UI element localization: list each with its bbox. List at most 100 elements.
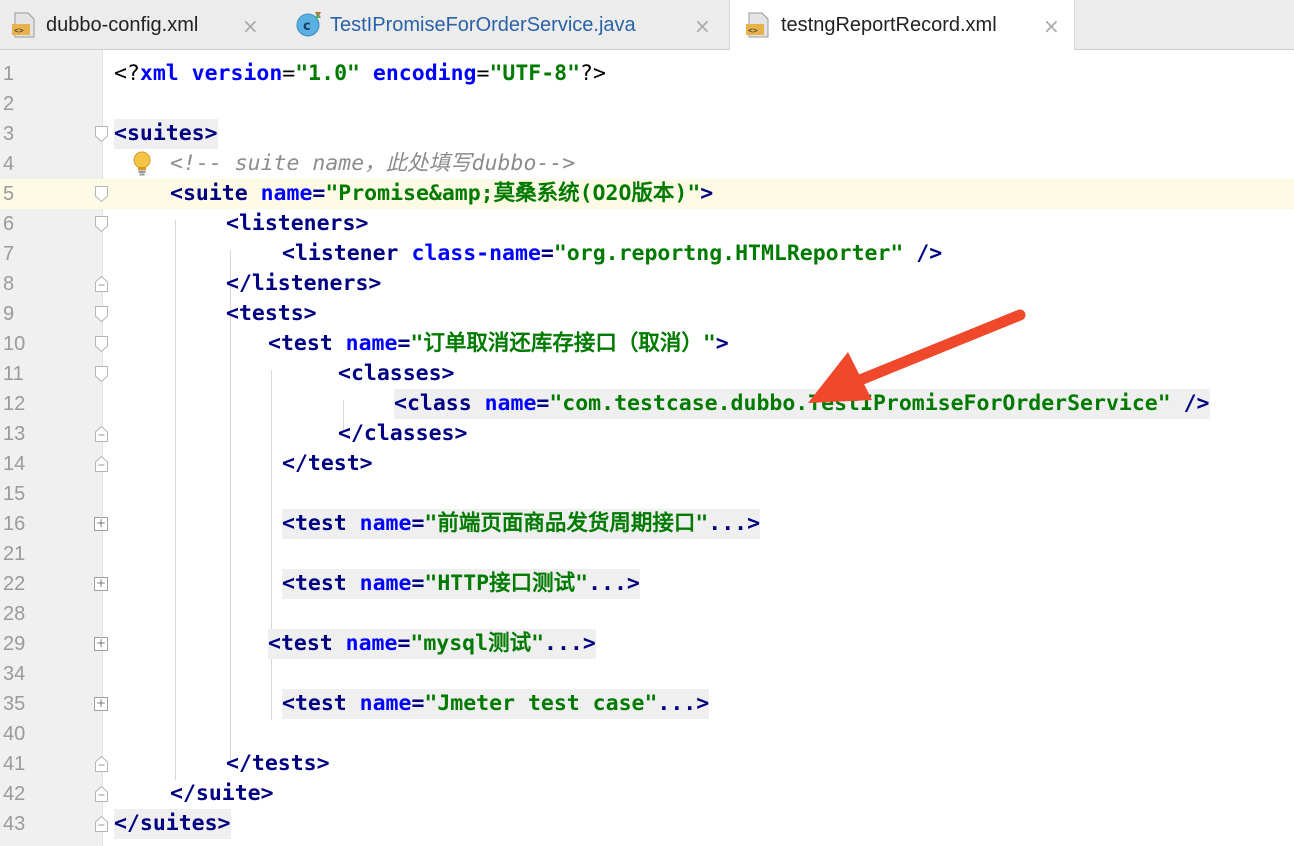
fold-open-icon[interactable] bbox=[95, 306, 108, 322]
classes-close-tag: </classes> bbox=[338, 421, 468, 446]
expand-fold-icon[interactable]: + bbox=[94, 637, 108, 651]
code-line[interactable]: 41 </tests> bbox=[0, 749, 1294, 779]
fold-close-icon[interactable] bbox=[95, 456, 108, 472]
folded-test-tag[interactable]: <test name="mysql测试"...> bbox=[268, 629, 596, 659]
expand-fold-icon[interactable]: + bbox=[94, 517, 108, 531]
fold-close-icon[interactable] bbox=[95, 426, 108, 442]
code-line-folded[interactable]: 16 + <test name="前端页面商品发货周期接口"...> bbox=[0, 509, 1294, 539]
fold-open-icon[interactable] bbox=[95, 336, 108, 352]
annotation-arrow-icon bbox=[808, 309, 1026, 403]
code-line-folded[interactable]: 22 + <test name="HTTP接口测试"...> bbox=[0, 569, 1294, 599]
fold-close-icon[interactable] bbox=[95, 786, 108, 802]
close-icon[interactable]: × bbox=[1043, 14, 1060, 38]
line-number: 41 bbox=[3, 753, 26, 775]
code-line-folded[interactable]: 29 + <test name="mysql测试"...> bbox=[0, 629, 1294, 659]
code-line[interactable]: 43 </suites> bbox=[0, 809, 1294, 839]
code-line[interactable]: 7 <listener class-name="org.reportng.HTM… bbox=[0, 239, 1294, 269]
code-line[interactable]: 12 <class name="com.testcase.dubbo.TestI… bbox=[0, 389, 1294, 419]
fold-open-icon[interactable] bbox=[95, 126, 108, 142]
folded-test-tag[interactable]: <test name="HTTP接口测试"...> bbox=[282, 569, 640, 599]
line-number: 10 bbox=[3, 333, 26, 355]
lightbulb-icon[interactable] bbox=[131, 151, 153, 177]
line-number: 29 bbox=[3, 633, 26, 655]
tests-open-tag: <tests> bbox=[226, 301, 317, 326]
suite-close-tag: </suite> bbox=[170, 781, 274, 806]
code-line[interactable]: 40 bbox=[0, 719, 1294, 749]
tab-label: TestIPromiseForOrderService.java bbox=[330, 13, 636, 36]
line-number: 14 bbox=[3, 453, 26, 475]
line-number: 34 bbox=[3, 663, 26, 685]
tab-testng-report-record[interactable]: <> testngReportRecord.xml × bbox=[729, 0, 1075, 51]
tests-close-tag: </tests> bbox=[226, 751, 330, 776]
suite-open-tag: <suite name="Promise&amp;莫桑系统(O2O版本)"> bbox=[170, 181, 714, 206]
xml-comment: <!-- suite name，此处填写dubbo--> bbox=[170, 151, 576, 176]
code-line[interactable]: 10 <test name="订单取消还库存接口（取消）"> bbox=[0, 329, 1294, 359]
fold-open-icon[interactable] bbox=[95, 366, 108, 382]
code-line[interactable]: 8 </listeners> bbox=[0, 269, 1294, 299]
code-line-current[interactable]: 5 <suite name="Promise&amp;莫桑系统(O2O版本)"> bbox=[0, 179, 1294, 209]
listener-tag: <listener class-name="org.reportng.HTMLR… bbox=[282, 241, 943, 266]
close-icon[interactable]: × bbox=[694, 14, 711, 38]
code-line-folded[interactable]: 35 + <test name="Jmeter test case"...> bbox=[0, 689, 1294, 719]
line-number: 5 bbox=[0, 179, 103, 209]
fold-close-icon[interactable] bbox=[95, 756, 108, 772]
expand-fold-icon[interactable]: + bbox=[94, 697, 108, 711]
listeners-open-tag: <listeners> bbox=[226, 211, 369, 236]
xml-file-icon: <> bbox=[746, 12, 769, 38]
line-number: 9 bbox=[3, 303, 15, 325]
expand-fold-icon[interactable]: + bbox=[94, 577, 108, 591]
folded-test-tag[interactable]: <test name="前端页面商品发货周期接口"...> bbox=[282, 509, 761, 539]
line-number: 42 bbox=[3, 783, 26, 805]
code-line[interactable]: 1 <?xml version="1.0" encoding="UTF-8"?> bbox=[0, 59, 1294, 89]
xml-file-icon: <> bbox=[12, 12, 35, 38]
code-line[interactable]: 28 bbox=[0, 599, 1294, 629]
fold-open-icon[interactable] bbox=[95, 186, 108, 202]
svg-text:c: c bbox=[303, 19, 311, 34]
xml-declaration: <?xml version="1.0" encoding="UTF-8"?> bbox=[114, 61, 606, 86]
fold-open-icon[interactable] bbox=[95, 216, 108, 232]
line-number: 35 bbox=[3, 693, 26, 715]
line-number: 21 bbox=[3, 543, 26, 565]
classes-open-tag: <classes> bbox=[338, 361, 455, 386]
code-editor[interactable]: 1 <?xml version="1.0" encoding="UTF-8"?>… bbox=[0, 50, 1294, 846]
fold-close-icon[interactable] bbox=[95, 816, 108, 832]
tab-test-promise-java[interactable]: c TestIPromiseForOrderService.java × bbox=[283, 0, 727, 50]
listeners-close-tag: </listeners> bbox=[226, 271, 382, 296]
java-class-icon: c bbox=[296, 12, 321, 37]
line-number: 22 bbox=[3, 573, 26, 595]
editor-tab-bar: <> dubbo-config.xml × c TestIPromiseForO… bbox=[0, 0, 1294, 51]
line-number: 28 bbox=[3, 603, 26, 625]
code-line[interactable]: 13 </classes> bbox=[0, 419, 1294, 449]
line-number: 12 bbox=[3, 393, 26, 415]
line-number: 15 bbox=[3, 483, 26, 505]
line-number: 6 bbox=[3, 213, 15, 235]
code-line[interactable]: 4 <!-- suite name，此处填写dubbo--> bbox=[0, 149, 1294, 179]
code-line[interactable]: 3 <suites> bbox=[0, 119, 1294, 149]
line-number: 4 bbox=[3, 153, 15, 175]
fold-close-icon[interactable] bbox=[95, 276, 108, 292]
line-number: 16 bbox=[3, 513, 26, 535]
folded-test-tag[interactable]: <test name="Jmeter test case"...> bbox=[282, 689, 710, 719]
code-line[interactable]: 42 </suite> bbox=[0, 779, 1294, 809]
tab-dubbo-config[interactable]: <> dubbo-config.xml × bbox=[0, 0, 282, 50]
test-close-tag: </test> bbox=[282, 451, 373, 476]
code-line[interactable]: 21 bbox=[0, 539, 1294, 569]
code-line[interactable]: 9 <tests> bbox=[0, 299, 1294, 329]
svg-text:<>: <> bbox=[748, 26, 758, 35]
code-line[interactable]: 34 bbox=[0, 659, 1294, 689]
line-number: 2 bbox=[3, 93, 15, 115]
line-number: 13 bbox=[3, 423, 26, 445]
code-line[interactable]: 6 <listeners> bbox=[0, 209, 1294, 239]
code-line[interactable]: 2 bbox=[0, 89, 1294, 119]
code-line[interactable]: 11 <classes> bbox=[0, 359, 1294, 389]
close-icon[interactable]: × bbox=[242, 14, 259, 38]
line-number: 11 bbox=[3, 363, 24, 385]
code-line[interactable]: 14 </test> bbox=[0, 449, 1294, 479]
tab-label: testngReportRecord.xml bbox=[781, 14, 997, 36]
svg-text:<>: <> bbox=[14, 26, 24, 35]
line-number: 1 bbox=[3, 63, 15, 85]
line-number: 43 bbox=[3, 813, 26, 835]
test-open-tag: <test name="订单取消还库存接口（取消）"> bbox=[268, 331, 729, 356]
tab-label: dubbo-config.xml bbox=[46, 13, 199, 36]
code-line[interactable]: 15 bbox=[0, 479, 1294, 509]
